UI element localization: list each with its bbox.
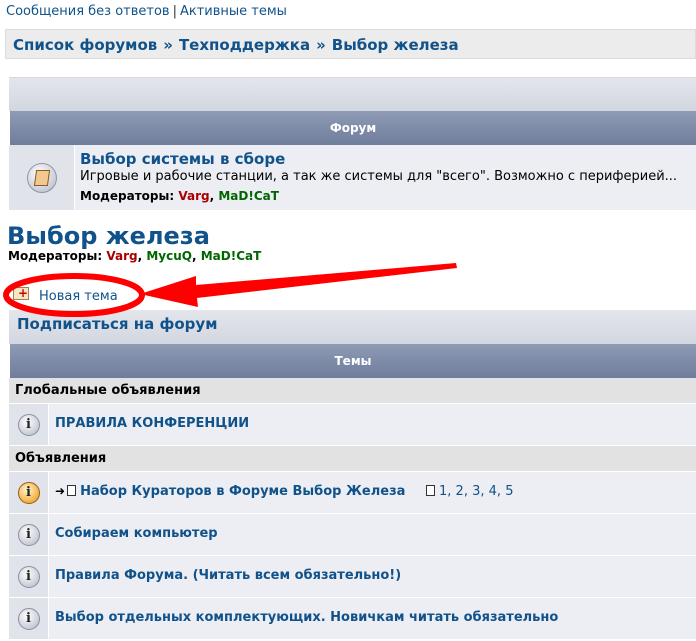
page-link-2[interactable]: 2	[456, 484, 464, 499]
moderator-link[interactable]: MaD!CaT	[218, 189, 279, 203]
page-moderators: Модераторы: Varg, MycuQ, MaD!CaT	[8, 249, 262, 263]
forum-row: Выбор системы в сборе Игровые и рабочие …	[9, 145, 696, 211]
active-topics-link[interactable]: Активные темы	[180, 4, 287, 19]
new-topic-icon: +	[12, 284, 32, 302]
pagination-icon	[426, 485, 435, 496]
top-links: Сообщения без ответов | Активные темы	[6, 4, 287, 19]
table-row: i ПРАВИЛА КОНФЕРЕНЦИИ	[9, 404, 696, 446]
page-link-5[interactable]: 5	[505, 484, 513, 499]
breadcrumb-separator: »	[316, 36, 326, 54]
forum-moderators: Модераторы: Varg, MaD!CaT	[80, 189, 279, 203]
page-link-3[interactable]: 3	[472, 484, 480, 499]
subscribe-forum-link[interactable]: Подписаться на форум	[17, 315, 217, 333]
breadcrumb-hardware[interactable]: Выбор железа	[332, 36, 459, 54]
topic-pagination: 1, 2, 3, 4, 5	[426, 484, 513, 499]
info-icon: i	[17, 565, 40, 588]
topic-page-icon	[67, 485, 77, 496]
subscribe-bar: Подписаться на форум	[9, 310, 696, 344]
new-topic-label: Новая тема	[39, 288, 118, 304]
breadcrumb-forum-list[interactable]: Список форумов	[13, 36, 157, 54]
forum-table-top-strip	[9, 77, 696, 111]
page-title[interactable]: Выбор железа	[7, 222, 210, 250]
topic-title-link[interactable]: ПРАВИЛА КОНФЕРЕНЦИИ	[55, 416, 249, 431]
page-link-1[interactable]: 1	[439, 484, 447, 499]
announce-icon: i	[17, 481, 40, 504]
moderator-link[interactable]: Varg	[178, 189, 209, 203]
info-icon: i	[17, 607, 40, 630]
topics-table-header: Темы	[9, 344, 696, 378]
section-global-announcements: Глобальные объявления	[9, 378, 696, 404]
moderators-label: Модераторы:	[8, 249, 103, 263]
forum-description: Игровые и рабочие станции, а так же сист…	[80, 169, 678, 184]
forum-title-link[interactable]: Выбор системы в сборе	[80, 150, 690, 168]
page-link-4[interactable]: 4	[489, 484, 497, 499]
breadcrumb: Список форумов » Техподдержка » Выбор железа	[5, 29, 696, 59]
table-row: i ➜ Набор Кураторов в Форуме Выбор Железа…	[9, 472, 696, 514]
moderators-label: Модераторы:	[80, 189, 175, 203]
breadcrumb-tech-support[interactable]: Техподдержка	[179, 36, 310, 54]
moved-topic-icon: ➜	[55, 484, 66, 498]
breadcrumb-separator: »	[163, 36, 173, 54]
moderator-link[interactable]: MycuQ	[146, 249, 192, 263]
table-row: i Собираем компьютер	[9, 514, 696, 556]
top-links-separator: |	[172, 4, 177, 19]
topic-title-link[interactable]: Набор Кураторов в Форуме Выбор Железа	[80, 484, 405, 499]
annotation-arrow	[140, 263, 457, 307]
moderator-link[interactable]: MaD!CaT	[201, 249, 262, 263]
forum-icon-cell	[9, 145, 75, 210]
forum-folder-icon	[26, 162, 57, 193]
info-icon: i	[17, 413, 40, 436]
unanswered-posts-link[interactable]: Сообщения без ответов	[6, 4, 170, 19]
info-icon: i	[17, 523, 40, 546]
table-row: i Выбор отдельных комплектующих. Новичка…	[9, 598, 696, 640]
new-topic-button[interactable]: + Новая тема	[12, 284, 118, 304]
topic-title-link[interactable]: Правила Форума. (Читать всем обязательно…	[55, 568, 401, 583]
section-announcements: Объявления	[9, 446, 696, 472]
forum-table-header: Форум	[9, 111, 696, 145]
table-row: i Правила Форума. (Читать всем обязатель…	[9, 556, 696, 598]
topic-title-link[interactable]: Собираем компьютер	[55, 526, 218, 541]
topic-title-link[interactable]: Выбор отдельных комплектующих. Новичкам …	[55, 610, 558, 625]
moderator-link[interactable]: Varg	[106, 249, 137, 263]
